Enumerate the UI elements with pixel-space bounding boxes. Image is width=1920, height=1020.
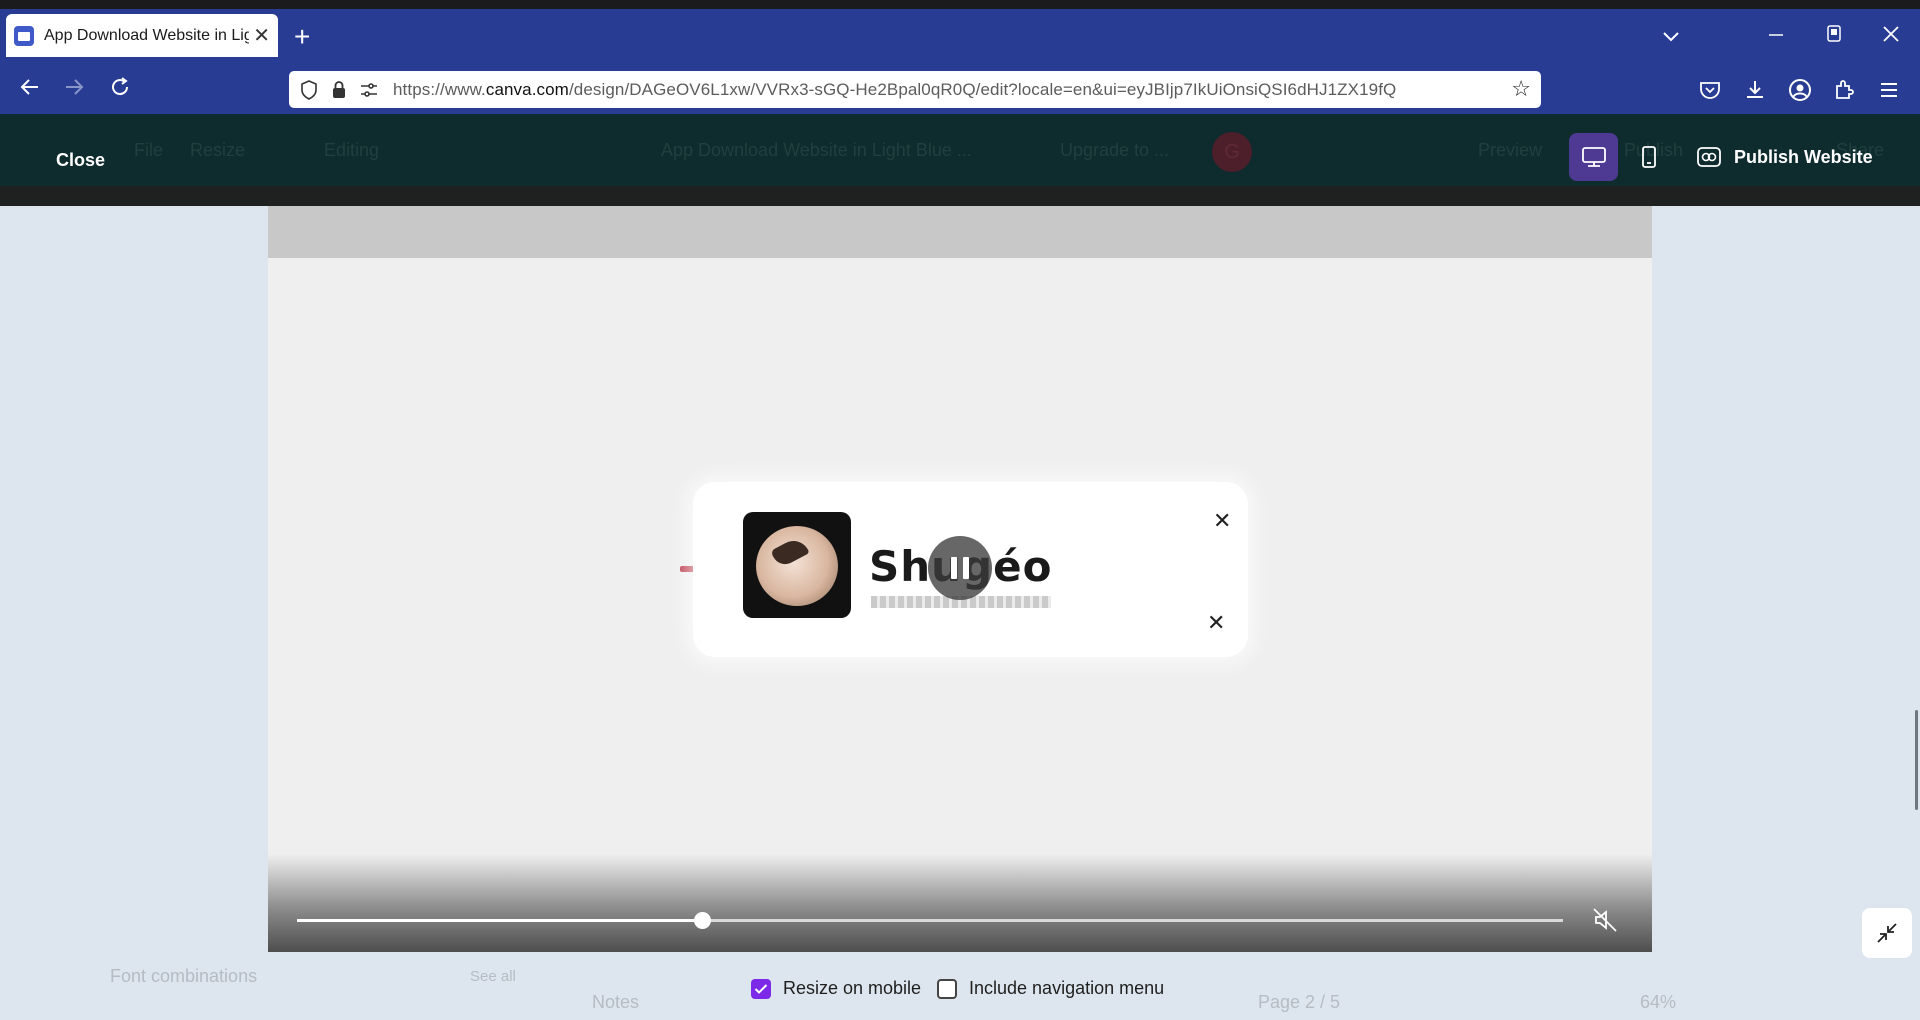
video-controls-gradient <box>268 854 1652 952</box>
preview-button: Preview <box>1478 140 1543 160</box>
account-icon[interactable] <box>1787 77 1813 103</box>
tracking-shield-icon[interactable] <box>299 79 319 100</box>
video-progress-knob[interactable] <box>694 912 712 929</box>
resize-on-mobile-option[interactable]: Resize on mobile <box>751 978 921 999</box>
scrollbar-thumb[interactable] <box>1915 710 1918 810</box>
check-icon <box>754 983 768 994</box>
resize-menu: Resize <box>190 140 246 160</box>
header-shadow <box>0 186 1920 206</box>
document-title: App Download Website in Light Blue ... <box>661 140 972 160</box>
window-close-button[interactable] <box>1882 23 1900 49</box>
pause-button[interactable] <box>928 536 992 600</box>
app-logo <box>743 512 851 618</box>
close-icon: ✕ <box>1207 610 1226 635</box>
desktop-icon <box>1581 147 1606 167</box>
tab-title: App Download Website in Light Blue <box>44 26 250 44</box>
file-menu: File <box>134 140 164 160</box>
extensions-icon[interactable] <box>1831 77 1857 103</box>
restore-button[interactable] <box>1826 23 1842 49</box>
video-top-band <box>268 206 1652 258</box>
publish-website-label: Publish Website <box>1734 146 1873 167</box>
navigation-bar: https://www.canva.com/design/DAGeOV6L1xw… <box>0 64 1920 114</box>
resize-on-mobile-checkbox[interactable] <box>751 978 771 999</box>
see-all-link: See all <box>470 968 516 985</box>
editor-header: File Resize Editing App Download Website… <box>0 114 1920 186</box>
tab-bar: App Download Website in Light Blue ✕ + <box>0 9 1920 64</box>
tab-close-icon[interactable]: ✕ <box>253 26 270 46</box>
include-nav-menu-label: Include navigation menu <box>969 978 1165 998</box>
zoom-level: 64% <box>1640 992 1677 1012</box>
downloads-icon[interactable] <box>1742 77 1768 103</box>
window-top-edge <box>0 0 1920 9</box>
collapse-icon <box>1877 923 1897 943</box>
avatar: G <box>1212 132 1252 172</box>
publish-icon <box>1697 147 1721 167</box>
include-nav-menu-checkbox[interactable] <box>937 978 957 999</box>
pause-icon <box>951 557 957 579</box>
url-text: https://www.canva.com/design/DAGeOV6L1xw… <box>393 79 1397 99</box>
desktop-view-button[interactable] <box>1569 133 1618 181</box>
include-nav-menu-option[interactable]: Include navigation menu <box>937 978 1164 999</box>
back-button[interactable] <box>18 75 42 105</box>
close-button[interactable]: Close <box>56 150 105 171</box>
upgrade-button: Upgrade to ... <box>1060 140 1170 160</box>
bookmark-star-icon[interactable]: ☆ <box>1511 78 1531 100</box>
font-combinations-label: Font combinations <box>110 966 258 986</box>
mute-button[interactable] <box>1591 906 1619 934</box>
mobile-icon <box>1642 146 1656 168</box>
app-menu-icon[interactable] <box>1876 77 1902 103</box>
editing-menu: Editing <box>324 140 380 160</box>
video-player[interactable]: Shugéo ✕ ✕ <box>268 206 1652 952</box>
close-icon: ✕ <box>1213 508 1232 533</box>
page-indicator: Page 2 / 5 <box>1258 992 1341 1012</box>
minimize-button[interactable] <box>1768 23 1784 49</box>
canva-favicon-icon <box>14 25 34 46</box>
mobile-view-button[interactable] <box>1634 133 1664 181</box>
pocket-icon[interactable] <box>1697 77 1723 103</box>
browser-tab[interactable]: App Download Website in Light Blue ✕ <box>6 14 278 57</box>
new-tab-button[interactable]: + <box>294 23 310 51</box>
reload-button[interactable] <box>108 75 132 105</box>
resize-on-mobile-label: Resize on mobile <box>783 978 922 998</box>
bottom-bar: Font combinations See all Notes Page 2 /… <box>0 966 1920 1020</box>
video-progress-fill <box>297 919 703 922</box>
notes-button: Notes <box>592 992 640 1012</box>
video-progress-bar[interactable] <box>297 912 1563 929</box>
address-bar[interactable]: https://www.canva.com/design/DAGeOV6L1xw… <box>289 71 1541 108</box>
forward-button[interactable] <box>62 75 86 105</box>
site-permissions-icon[interactable] <box>359 80 379 100</box>
tab-list-chevron-icon[interactable] <box>1662 23 1680 49</box>
publish-website-button[interactable]: Publish Website <box>1684 133 1906 181</box>
lock-icon[interactable] <box>329 80 349 100</box>
muted-speaker-icon <box>1593 908 1617 932</box>
exit-fullscreen-button[interactable] <box>1862 908 1912 958</box>
